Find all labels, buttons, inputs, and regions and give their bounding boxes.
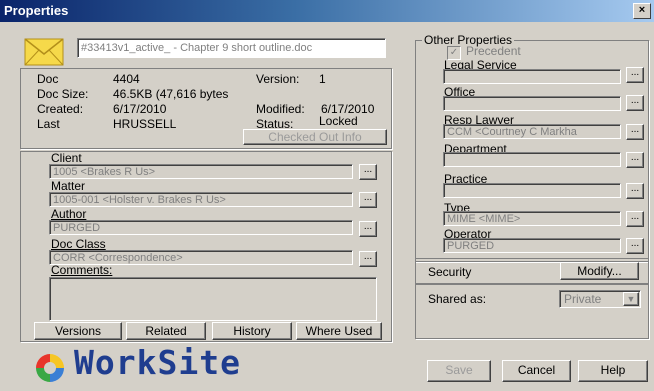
author-label: Author	[51, 207, 87, 221]
close-button[interactable]: ×	[633, 3, 651, 19]
doc-size-value: 46.5KB (47,616 bytes	[113, 87, 229, 101]
shared-as-select[interactable]: Private ▼	[559, 290, 641, 308]
related-button[interactable]: Related	[126, 322, 206, 340]
comments-field[interactable]	[49, 277, 377, 321]
shared-as-value: Private	[564, 292, 602, 306]
legal-service-browse-button[interactable]: ...	[626, 67, 644, 83]
shared-as-label: Shared as:	[428, 292, 487, 306]
security-label: Security	[428, 265, 472, 279]
worksite-logo-icon	[30, 348, 70, 388]
title-bar: Properties ×	[0, 0, 654, 22]
worksite-logo-text: WorkSite	[74, 343, 241, 382]
doc-class-label: Doc Class	[51, 237, 106, 251]
department-field[interactable]	[443, 152, 621, 167]
save-button[interactable]: Save	[427, 360, 491, 382]
matter-label: Matter	[51, 179, 86, 193]
comments-label: Comments:	[51, 263, 113, 277]
office-browse-button[interactable]: ...	[626, 95, 644, 111]
version-label: Version:	[256, 72, 300, 86]
created-label: Created:	[37, 102, 84, 116]
properties-dialog: Properties × #33413v1_active_ - Chapter …	[0, 0, 654, 391]
matter-field[interactable]: 1005-001 <Holster v. Brakes R Us>	[49, 192, 353, 207]
type-field[interactable]: MIME <MIME>	[443, 211, 621, 226]
practice-field[interactable]	[443, 183, 621, 198]
client-field[interactable]: 1005 <Brakes R Us>	[49, 164, 353, 179]
doc-label: Doc	[37, 72, 59, 86]
status-value: Locked	[319, 114, 358, 128]
author-field[interactable]: PURGED	[49, 220, 353, 235]
modify-button[interactable]: Modify...	[560, 262, 639, 280]
client-browse-button[interactable]: ...	[359, 164, 377, 180]
window-title: Properties	[4, 3, 69, 18]
where-used-button[interactable]: Where Used	[296, 322, 382, 340]
department-browse-button[interactable]: ...	[626, 152, 644, 168]
operator-field[interactable]: PURGED	[443, 238, 621, 253]
resp-lawyer-field[interactable]: CCM <Courtney C Markha	[443, 124, 621, 139]
doc-size-label: Doc Size:	[37, 87, 89, 101]
office-field[interactable]	[443, 96, 621, 111]
operator-browse-button[interactable]: ...	[626, 238, 644, 254]
cancel-button[interactable]: Cancel	[502, 360, 571, 382]
legal-service-field[interactable]	[443, 69, 621, 84]
document-name-field[interactable]: #33413v1_active_ - Chapter 9 short outli…	[77, 38, 386, 58]
last-label: Last	[37, 117, 60, 131]
precedent-label: Precedent	[466, 44, 521, 58]
resp-lawyer-browse-button[interactable]: ...	[626, 124, 644, 140]
created-value: 6/17/2010	[113, 102, 167, 116]
history-button[interactable]: History	[212, 322, 292, 340]
chevron-down-icon[interactable]: ▼	[623, 292, 639, 306]
envelope-icon	[24, 38, 64, 66]
matter-browse-button[interactable]: ...	[359, 192, 377, 208]
client-label: Client	[51, 151, 82, 165]
checked-out-info-button[interactable]: Checked Out Info	[243, 129, 387, 145]
help-button[interactable]: Help	[578, 360, 648, 382]
last-value: HRUSSELL	[113, 117, 177, 131]
doc-class-browse-button[interactable]: ...	[359, 251, 377, 267]
practice-browse-button[interactable]: ...	[626, 183, 644, 199]
author-browse-button[interactable]: ...	[359, 221, 377, 237]
modified-label: Modified:	[256, 102, 305, 116]
version-number: 1	[319, 72, 326, 86]
versions-button[interactable]: Versions	[34, 322, 122, 340]
type-browse-button[interactable]: ...	[626, 211, 644, 227]
doc-number: 4404	[113, 72, 140, 86]
